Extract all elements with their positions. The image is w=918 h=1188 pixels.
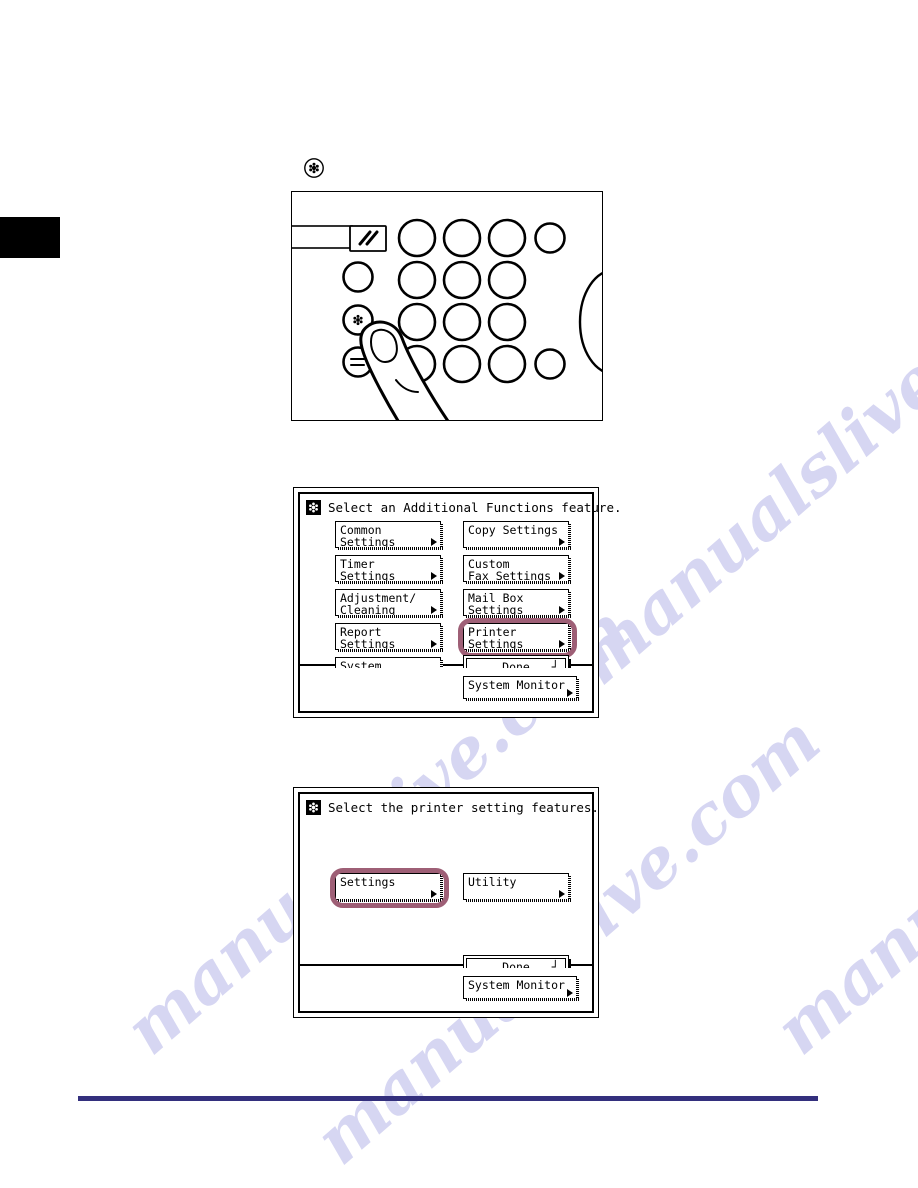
button-utility[interactable]: Utility	[463, 873, 571, 902]
button-label: Timer Settings	[340, 557, 396, 583]
button-label: Settings	[340, 875, 396, 889]
screen1-header-text: Select an Additional Functions feature.	[328, 500, 622, 515]
chevron-right-icon	[559, 640, 565, 648]
button-report-settings[interactable]: Report Settings	[335, 623, 443, 652]
button-custom-fax-settings[interactable]: Custom Fax Settings	[463, 555, 571, 584]
footer-rule	[78, 1096, 818, 1101]
lcd-content-area: Select an Additional Functions feature. …	[300, 494, 622, 686]
button-label: Common Settings	[340, 523, 396, 549]
chevron-right-icon	[431, 640, 437, 648]
additional-functions-icon	[306, 800, 321, 815]
chevron-right-icon	[567, 689, 573, 697]
chevron-right-icon	[431, 890, 437, 898]
button-label: Printer Settings	[468, 625, 524, 651]
system-monitor-button[interactable]: System Monitor	[463, 676, 579, 701]
button-adjustment-cleaning[interactable]: Adjustment/ Cleaning	[335, 589, 443, 618]
chevron-right-icon	[431, 538, 437, 546]
screen2-header-text: Select the printer setting features.	[328, 800, 599, 815]
screen1-header: Select an Additional Functions feature.	[306, 499, 622, 516]
chapter-thumb-tab	[0, 217, 60, 258]
lcd-content-area: Select the printer setting features. Set…	[300, 794, 599, 980]
manual-page: Select an Additional Functions feature. …	[0, 0, 918, 1188]
button-printer-settings[interactable]: Printer Settings	[463, 623, 571, 652]
lcd-status-bar: System Monitor	[300, 668, 592, 711]
button-label: Mail Box Settings	[468, 591, 524, 617]
lcd-bezel: Select an Additional Functions feature. …	[298, 492, 622, 713]
button-common-settings[interactable]: Common Settings	[335, 521, 443, 550]
chevron-right-icon	[431, 606, 437, 614]
chevron-right-icon	[559, 572, 565, 580]
lcd-screen-additional-functions: Select an Additional Functions feature. …	[293, 487, 622, 718]
chevron-right-icon	[431, 572, 437, 580]
button-copy-settings[interactable]: Copy Settings	[463, 521, 571, 550]
button-label: Utility	[468, 875, 517, 889]
lcd-bezel: Select the printer setting features. Set…	[298, 792, 599, 1013]
system-monitor-label: System Monitor	[468, 678, 565, 692]
button-label: Report Settings	[340, 625, 396, 651]
screen2-header: Select the printer setting features.	[306, 799, 599, 816]
additional-functions-key-icon	[303, 157, 325, 179]
button-label-line2: Fax Settings	[468, 569, 552, 583]
chevron-right-icon	[567, 989, 573, 997]
control-panel-illustration	[291, 191, 603, 421]
lcd-screen-printer-settings: Select the printer setting features. Set…	[293, 787, 599, 1018]
button-settings[interactable]: Settings	[335, 873, 443, 902]
additional-functions-icon	[306, 500, 321, 515]
chevron-right-icon	[559, 606, 565, 614]
system-monitor-button[interactable]: System Monitor	[463, 976, 579, 1001]
button-label: Copy Settings	[468, 523, 559, 537]
chevron-right-icon	[559, 538, 565, 546]
system-monitor-label: System Monitor	[468, 978, 565, 992]
button-mail-box-settings[interactable]: Mail Box Settings	[463, 589, 571, 618]
chevron-right-icon	[559, 890, 565, 898]
lcd-status-bar: System Monitor	[300, 968, 592, 1011]
button-timer-settings[interactable]: Timer Settings	[335, 555, 443, 584]
button-label-line2: Cleaning	[340, 603, 396, 617]
